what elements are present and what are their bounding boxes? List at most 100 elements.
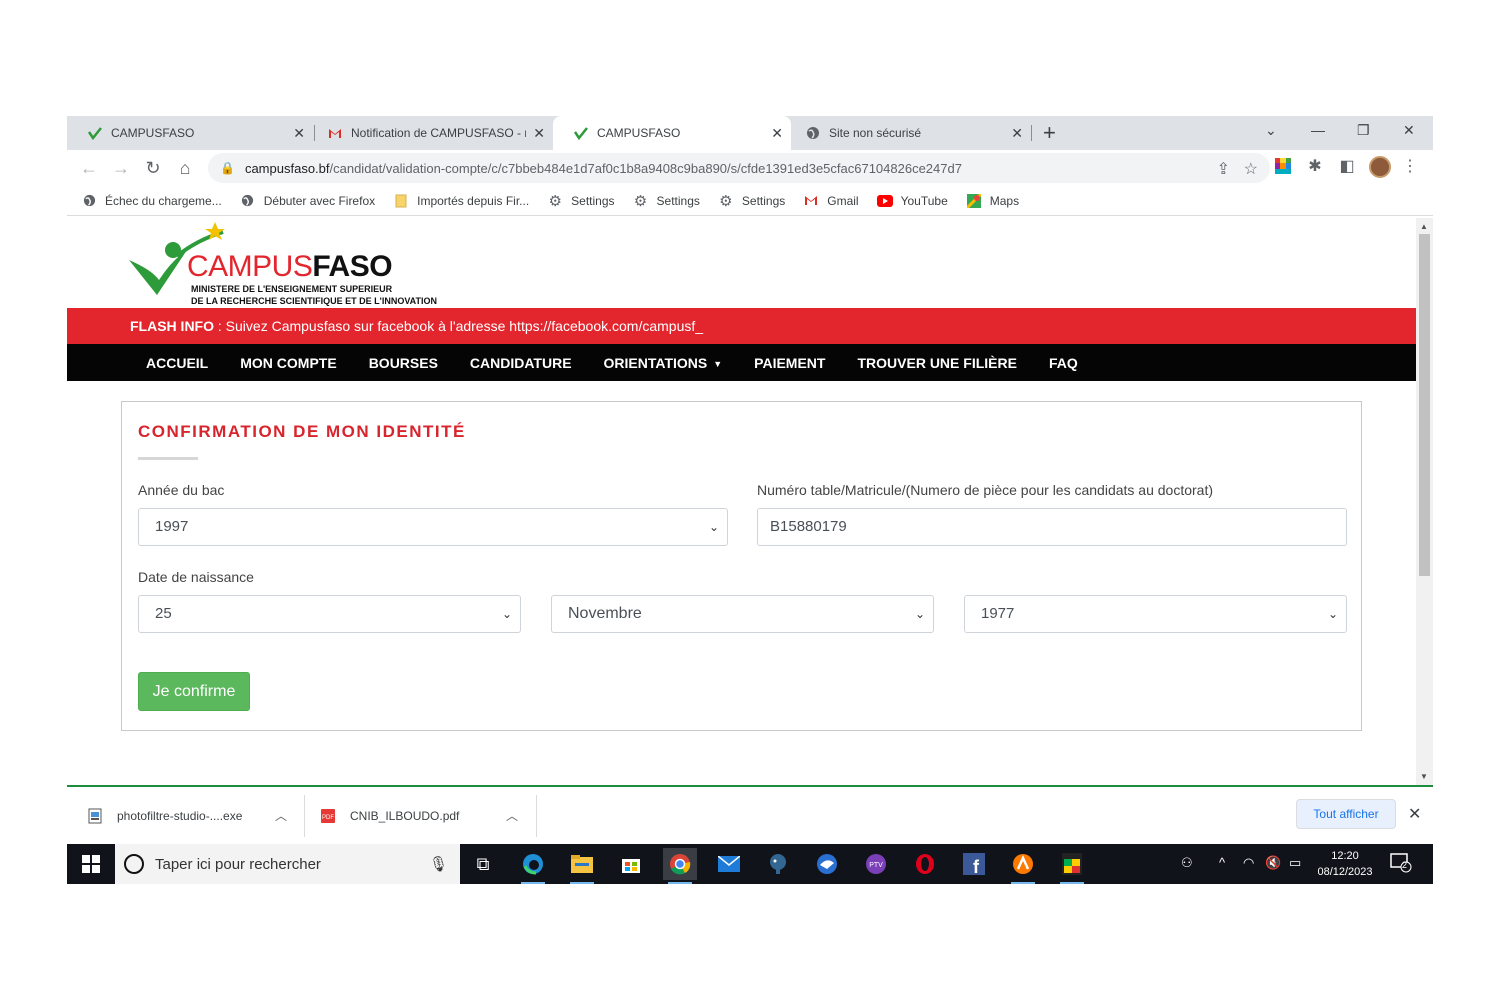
more-menu-icon[interactable]: ⋮ bbox=[1401, 158, 1419, 176]
restore-icon[interactable]: ❐ bbox=[1357, 122, 1370, 139]
nav-mon-compte[interactable]: MON COMPTE bbox=[240, 355, 336, 371]
ptv-icon[interactable]: PTV bbox=[859, 848, 893, 880]
tab-search-chevron-icon[interactable]: ⌄ bbox=[1265, 122, 1277, 139]
close-icon[interactable]: ✕ bbox=[771, 125, 783, 142]
cortana-circle-icon bbox=[124, 854, 144, 874]
microphone-icon[interactable]: 🎙 bbox=[429, 855, 448, 873]
globe-icon bbox=[240, 193, 256, 209]
facebook-icon[interactable]: f bbox=[957, 848, 991, 880]
bookmarks-bar: Échec du chargeme... Débuter avec Firefo… bbox=[67, 186, 1433, 216]
folder-icon bbox=[393, 193, 409, 209]
confirm-button[interactable]: Je confirme bbox=[138, 672, 250, 711]
wifi-icon[interactable]: ◠ bbox=[1243, 855, 1254, 871]
file-explorer-icon[interactable] bbox=[565, 848, 599, 884]
globe-icon bbox=[805, 125, 821, 141]
chevron-up-icon[interactable]: ︿ bbox=[275, 807, 287, 824]
matricule-input[interactable]: B15880179 bbox=[757, 508, 1347, 546]
photofiltre-studio-icon[interactable] bbox=[1055, 848, 1089, 884]
bookmark-item[interactable]: ⚙ Settings bbox=[718, 193, 785, 210]
page-scrollbar[interactable]: ▲ ▼ bbox=[1416, 218, 1433, 785]
forward-arrow-icon[interactable]: → bbox=[109, 156, 133, 180]
birth-month-value: Novembre bbox=[568, 605, 642, 622]
minimize-icon[interactable]: — bbox=[1311, 122, 1325, 138]
chevron-up-icon[interactable]: ︿ bbox=[506, 807, 518, 824]
close-icon[interactable]: ✕ bbox=[1011, 125, 1023, 142]
bac-year-value: 1997 bbox=[155, 518, 189, 535]
bookmark-item[interactable]: Gmail bbox=[803, 193, 859, 209]
bookmark-item[interactable]: ⚙ Settings bbox=[633, 193, 700, 210]
microsoft-store-icon[interactable] bbox=[614, 848, 648, 880]
tab-campusfaso-1[interactable]: CAMPUSFASO ✕ bbox=[67, 116, 313, 150]
nav-faq[interactable]: FAQ bbox=[1049, 355, 1078, 371]
lock-icon[interactable]: 🔒 bbox=[220, 161, 235, 175]
close-icon[interactable]: ✕ bbox=[533, 125, 545, 142]
birth-year-select[interactable]: 1977 ⌄ bbox=[964, 595, 1347, 633]
matricule-label: Numéro table/Matricule/(Numero de pièce … bbox=[757, 482, 1214, 498]
chrome-icon[interactable] bbox=[663, 848, 697, 884]
mail-icon[interactable] bbox=[712, 848, 746, 880]
new-tab-button[interactable]: + bbox=[1043, 120, 1056, 146]
side-panel-icon[interactable]: ◧ bbox=[1338, 158, 1356, 176]
campusfaso-logo[interactable]: CAMPUSFASO MINISTERE DE L'ENSEIGNEMENT S… bbox=[127, 220, 457, 308]
color-extension-icon[interactable] bbox=[1274, 158, 1292, 176]
home-icon[interactable]: ⌂ bbox=[173, 156, 197, 180]
nav-paiement[interactable]: PAIEMENT bbox=[754, 355, 825, 371]
nav-accueil[interactable]: ACCUEIL bbox=[146, 355, 208, 371]
nav-trouver-filiere[interactable]: TROUVER UNE FILIÈRE bbox=[857, 355, 1016, 371]
window-close-icon[interactable]: ✕ bbox=[1403, 122, 1415, 139]
profile-avatar[interactable] bbox=[1369, 156, 1391, 178]
maps-icon bbox=[966, 193, 982, 209]
bookmark-item[interactable]: YouTube bbox=[876, 193, 948, 209]
people-icon[interactable]: ⚇ bbox=[1181, 855, 1193, 871]
reload-icon[interactable]: ↻ bbox=[141, 156, 165, 180]
edge-icon[interactable] bbox=[516, 848, 550, 884]
task-view-icon[interactable]: ⧉ bbox=[466, 848, 500, 880]
taskbar-clock[interactable]: 12:20 08/12/2023 bbox=[1312, 848, 1378, 880]
tab-title: Notification de CAMPUSFASO - r bbox=[351, 126, 526, 140]
close-icon[interactable]: ✕ bbox=[293, 125, 305, 142]
volume-muted-icon[interactable]: 🔇 bbox=[1265, 855, 1281, 871]
postgresql-icon[interactable] bbox=[761, 848, 795, 880]
tab-title: Site non sécurisé bbox=[829, 126, 922, 140]
chevron-up-icon[interactable]: ^ bbox=[1219, 855, 1225, 870]
battery-icon[interactable]: ▭ bbox=[1289, 855, 1301, 871]
star-bookmark-icon[interactable]: ☆ bbox=[1244, 159, 1258, 179]
avast-icon[interactable] bbox=[1006, 848, 1040, 884]
download-item-pdf[interactable]: PDF CNIB_ILBOUDO.pdf ︿ bbox=[320, 787, 530, 844]
birth-month-select[interactable]: Novembre ⌄ bbox=[551, 595, 934, 633]
bookmark-item[interactable]: ⚙ Settings bbox=[547, 193, 614, 210]
nav-orientations[interactable]: ORIENTATIONS ▼ bbox=[604, 355, 723, 371]
search-placeholder: Taper ici pour rechercher bbox=[155, 855, 321, 873]
tab-separator bbox=[1031, 125, 1032, 141]
scroll-up-icon[interactable]: ▲ bbox=[1420, 222, 1428, 231]
windows-start-icon[interactable] bbox=[82, 855, 100, 873]
bookmark-item[interactable]: Échec du chargeme... bbox=[81, 193, 222, 209]
screen: CAMPUSFASO ✕ Notification de CAMPUSFASO … bbox=[67, 116, 1433, 884]
opera-icon[interactable] bbox=[908, 848, 942, 880]
pdf-file-icon: PDF bbox=[320, 808, 336, 824]
download-item-exe[interactable]: photofiltre-studio-....exe ︿ bbox=[87, 787, 297, 844]
share-icon[interactable]: ⇪ bbox=[1217, 159, 1230, 179]
show-all-downloads-button[interactable]: Tout afficher bbox=[1296, 799, 1396, 829]
nav-candidature[interactable]: CANDIDATURE bbox=[470, 355, 572, 371]
bookmark-item[interactable]: Maps bbox=[966, 193, 1019, 209]
birth-day-select[interactable]: 25 ⌄ bbox=[138, 595, 521, 633]
thunderbird-icon[interactable] bbox=[810, 848, 844, 880]
scrollbar-thumb[interactable] bbox=[1419, 234, 1430, 576]
notification-center-icon[interactable]: 2 bbox=[1390, 853, 1412, 876]
shelf-separator bbox=[536, 795, 537, 837]
back-arrow-icon[interactable]: ← bbox=[77, 156, 101, 180]
taskbar-search-box[interactable]: Taper ici pour rechercher 🎙 bbox=[115, 844, 460, 884]
tab-campusfaso-active[interactable]: CAMPUSFASO ✕ bbox=[553, 116, 791, 150]
address-bar[interactable]: 🔒 campusfaso.bf/candidat/validation-comp… bbox=[208, 153, 1270, 183]
extensions-puzzle-icon[interactable]: ✱ bbox=[1306, 158, 1324, 176]
shelf-separator bbox=[304, 795, 305, 837]
bac-year-select[interactable]: 1997 ⌄ bbox=[138, 508, 728, 546]
close-icon[interactable]: ✕ bbox=[1408, 804, 1421, 824]
scroll-down-icon[interactable]: ▼ bbox=[1420, 772, 1428, 781]
nav-bourses[interactable]: BOURSES bbox=[369, 355, 438, 371]
tab-site-non-securise[interactable]: Site non sécurisé ✕ bbox=[785, 116, 1031, 150]
bookmark-item[interactable]: Importés depuis Fir... bbox=[393, 193, 529, 209]
bookmark-item[interactable]: Débuter avec Firefox bbox=[240, 193, 375, 209]
tab-gmail-notification[interactable]: Notification de CAMPUSFASO - r ✕ bbox=[307, 116, 553, 150]
